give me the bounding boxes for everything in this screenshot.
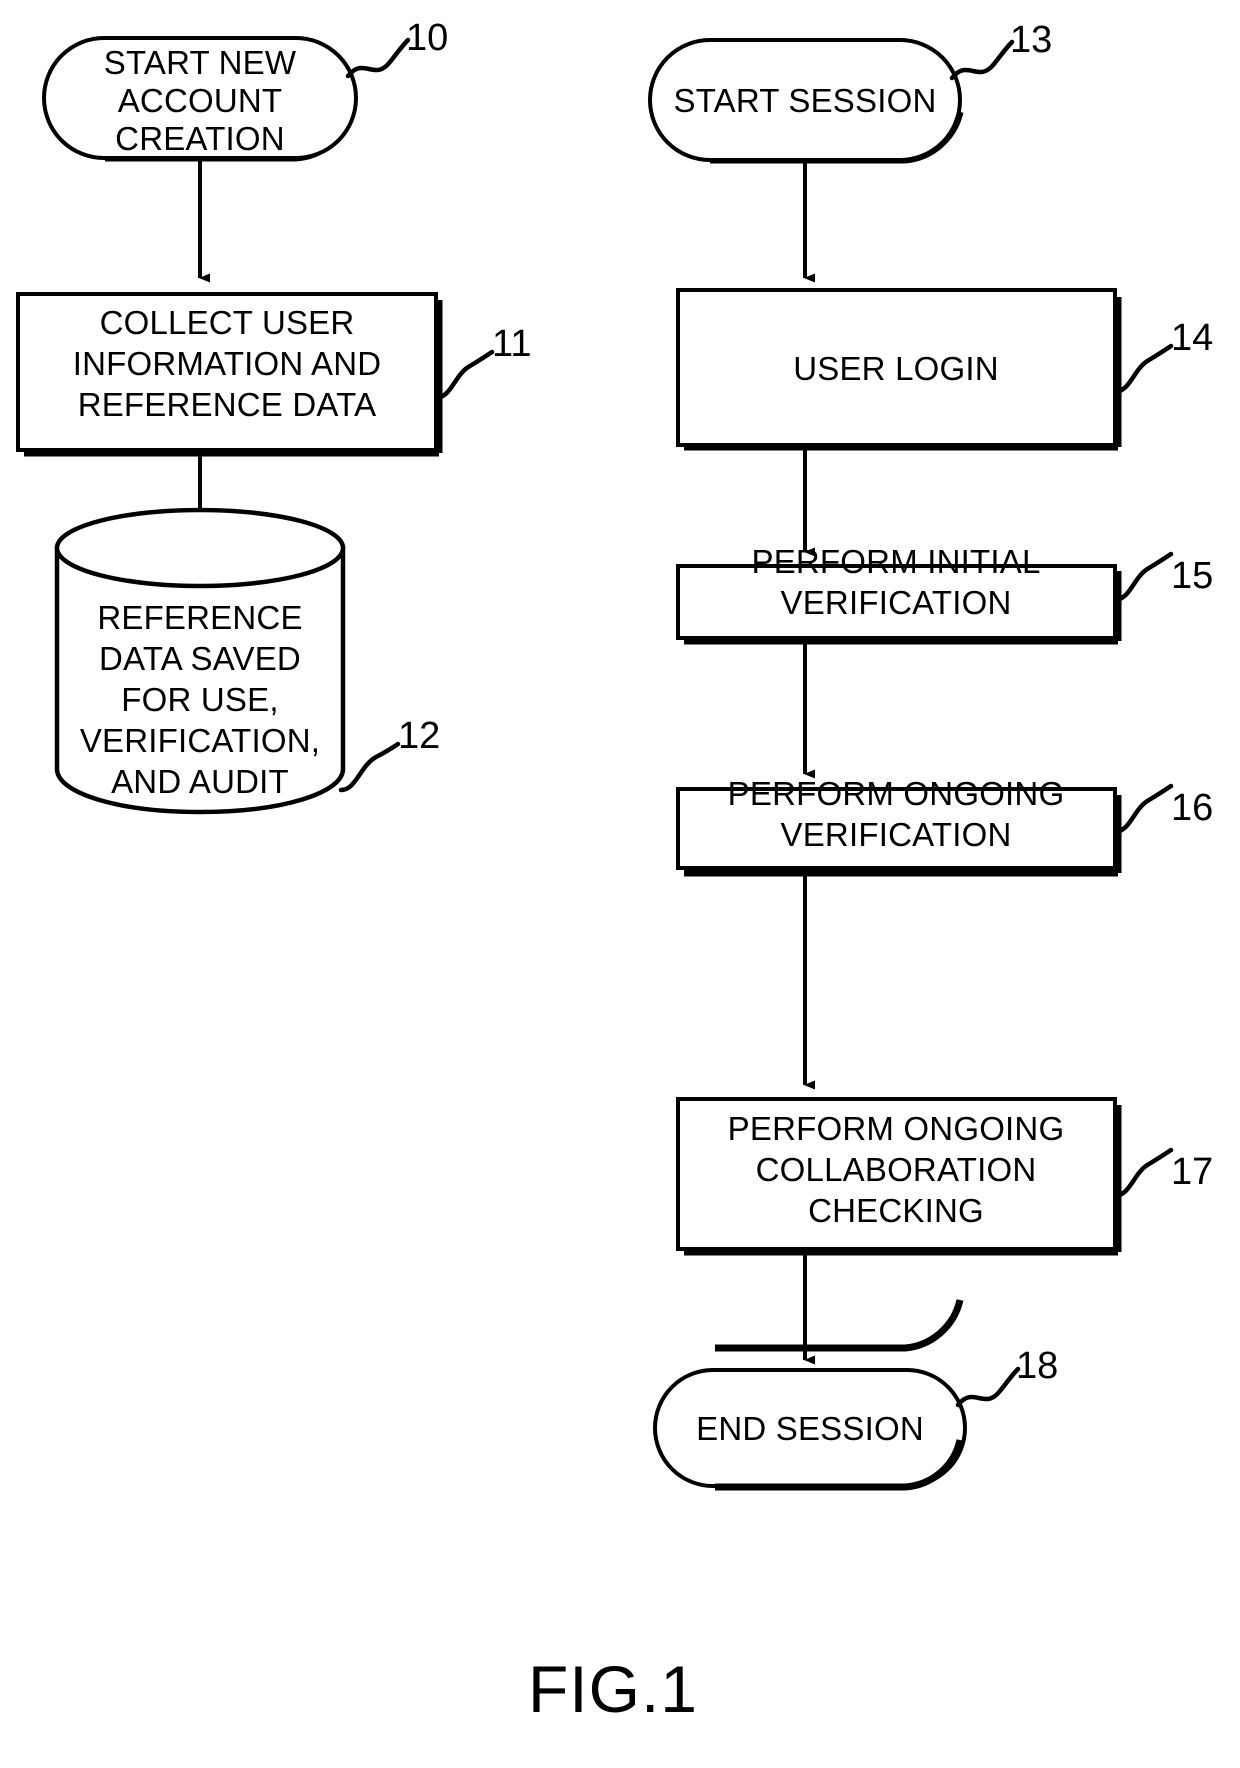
node-label-line: START SESSION xyxy=(673,82,936,119)
node-start-new-account-creation: START NEW ACCOUNT CREATION xyxy=(42,36,358,162)
node-label-line: CHECKING xyxy=(808,1192,984,1229)
node-reference-data-saved: REFERENCE DATA SAVED FOR USE, VERIFICATI… xyxy=(54,507,346,815)
figure-caption: FIG.1 xyxy=(528,1652,698,1726)
ref-leader-16: 16 xyxy=(1113,783,1213,835)
node-perform-initial-verification: PERFORM INITIAL VERIFICATION xyxy=(676,543,1122,645)
ref-leader-11: 11 xyxy=(434,323,531,401)
ref-number-16: 16 xyxy=(1171,787,1213,829)
ref-leader-18: 18 xyxy=(955,1345,1058,1408)
figure-page: START NEW ACCOUNT CREATION 10 COLLECT US… xyxy=(0,0,1240,1768)
node-label-line: USER LOGIN xyxy=(793,350,999,387)
node-label-line: INFORMATION AND xyxy=(73,345,382,382)
node-label-line: VERIFICATION xyxy=(781,816,1012,853)
node-end-session: END SESSION xyxy=(653,1299,967,1491)
node-label-line: FOR USE, xyxy=(121,681,278,718)
ref-number-14: 14 xyxy=(1171,317,1213,359)
node-perform-ongoing-verification: PERFORM ONGOING VERIFICATION xyxy=(676,775,1122,877)
node-label-line: END SESSION xyxy=(696,1410,924,1447)
ref-number-18: 18 xyxy=(1016,1345,1058,1387)
ref-leader-12: 12 xyxy=(338,715,440,793)
node-label-line: CREATION xyxy=(115,120,285,157)
ref-leader-15: 15 xyxy=(1113,551,1213,603)
ref-number-13: 13 xyxy=(1010,19,1052,61)
node-label-line: PERFORM INITIAL xyxy=(751,543,1040,580)
ref-number-15: 15 xyxy=(1171,555,1213,597)
ref-number-17: 17 xyxy=(1171,1151,1213,1193)
node-label-line: VERIFICATION xyxy=(781,584,1012,621)
node-start-session: START SESSION xyxy=(648,38,964,164)
node-collect-user-information: COLLECT USER INFORMATION AND REFERENCE D… xyxy=(16,292,443,457)
flowchart-diagram: START NEW ACCOUNT CREATION 10 COLLECT US… xyxy=(16,17,1213,1726)
ref-leader-17: 17 xyxy=(1113,1147,1213,1199)
ref-leader-13: 13 xyxy=(949,19,1052,81)
node-label-line: PERFORM ONGOING xyxy=(728,775,1065,812)
ref-number-11: 11 xyxy=(492,323,531,365)
ref-leader-10: 10 xyxy=(345,17,448,79)
node-label-line: START NEW xyxy=(104,44,297,81)
ref-number-10: 10 xyxy=(406,17,448,59)
node-label-line: PERFORM ONGOING xyxy=(728,1110,1065,1147)
ref-number-12: 12 xyxy=(398,715,440,757)
node-label-line: DATA SAVED xyxy=(99,640,301,677)
node-perform-ongoing-collaboration-checking: PERFORM ONGOING COLLABORATION CHECKING xyxy=(676,1097,1122,1256)
node-label-line: COLLABORATION xyxy=(756,1151,1037,1188)
node-label-line: REFERENCE DATA xyxy=(78,386,377,423)
node-label-line: VERIFICATION, xyxy=(80,722,320,759)
ref-leader-14: 14 xyxy=(1113,317,1213,395)
node-user-login: USER LOGIN xyxy=(676,288,1122,451)
node-label-line: COLLECT USER xyxy=(100,304,355,341)
node-label-line: AND AUDIT xyxy=(111,763,289,800)
node-label-line: REFERENCE xyxy=(97,599,302,636)
node-label-line: ACCOUNT xyxy=(118,82,283,119)
